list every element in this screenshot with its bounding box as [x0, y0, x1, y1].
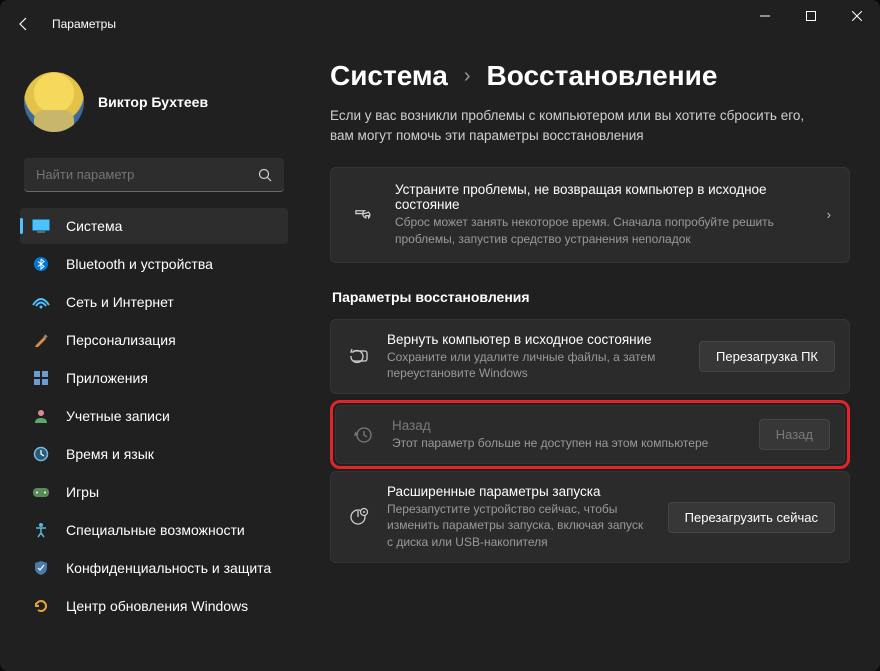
nav-list: Система Bluetooth и устройства Сеть и Ин…: [20, 208, 288, 624]
nav-label: Конфиденциальность и защита: [66, 560, 271, 576]
nav-label: Специальные возможности: [66, 522, 245, 538]
go-back-card: Назад Этот параметр больше не доступен н…: [335, 405, 845, 464]
nav-label: Игры: [66, 484, 99, 500]
accounts-icon: [32, 407, 50, 425]
nav-label: Центр обновления Windows: [66, 598, 248, 614]
search-input[interactable]: [36, 167, 258, 182]
settings-window: Параметры Виктор Бухтеев: [0, 0, 880, 671]
nav-system[interactable]: Система: [20, 208, 288, 244]
nav-personalization[interactable]: Персонализация: [20, 322, 288, 358]
nav-time[interactable]: Время и язык: [20, 436, 288, 472]
bluetooth-icon: [32, 255, 50, 273]
search-icon: [258, 168, 272, 182]
reset-pc-card: Вернуть компьютер в исходное состояние С…: [330, 319, 850, 394]
goback-title: Назад: [392, 418, 743, 433]
breadcrumb-current: Восстановление: [487, 60, 718, 92]
update-icon: [32, 597, 50, 615]
nav-label: Bluetooth и устройства: [66, 256, 213, 272]
time-icon: [32, 445, 50, 463]
reset-desc: Сохраните или удалите личные файлы, а за…: [387, 349, 683, 381]
minimize-button[interactable]: [742, 0, 788, 32]
nav-apps[interactable]: Приложения: [20, 360, 288, 396]
intro-text: Если у вас возникли проблемы с компьютер…: [330, 106, 830, 145]
chevron-right-icon: ›: [464, 65, 471, 88]
nav-accounts[interactable]: Учетные записи: [20, 398, 288, 434]
nav-bluetooth[interactable]: Bluetooth и устройства: [20, 246, 288, 282]
power-settings-icon: [345, 506, 371, 528]
nav-gaming[interactable]: Игры: [20, 474, 288, 510]
window-title: Параметры: [52, 17, 116, 31]
maximize-button[interactable]: [788, 0, 834, 32]
chevron-right-icon: ›: [827, 207, 831, 222]
window-controls: [742, 0, 880, 32]
nav-label: Система: [66, 218, 122, 234]
sidebar: Виктор Бухтеев Система Bluetooth и устро…: [0, 48, 300, 671]
close-button[interactable]: [834, 0, 880, 32]
network-icon: [32, 293, 50, 311]
breadcrumb-parent[interactable]: Система: [330, 60, 448, 92]
fix-problems-card[interactable]: Устраните проблемы, не возвращая компьют…: [330, 167, 850, 263]
fix-title: Устраните проблемы, не возвращая компьют…: [395, 182, 809, 212]
avatar: [24, 72, 84, 132]
advanced-title: Расширенные параметры запуска: [387, 484, 652, 499]
nav-update[interactable]: Центр обновления Windows: [20, 588, 288, 624]
back-button[interactable]: [4, 4, 44, 44]
goback-desc: Этот параметр больше не доступен на этом…: [392, 435, 743, 451]
highlight-box: Назад Этот параметр больше не доступен н…: [330, 400, 850, 469]
section-title: Параметры восстановления: [332, 289, 850, 305]
reset-title: Вернуть компьютер в исходное состояние: [387, 332, 683, 347]
main-panel: Система › Восстановление Если у вас возн…: [300, 48, 880, 671]
nav-label: Учетные записи: [66, 408, 170, 424]
nav-accessibility[interactable]: Специальные возможности: [20, 512, 288, 548]
advanced-startup-card: Расширенные параметры запуска Перезапуст…: [330, 471, 850, 563]
advanced-desc: Перезапустите устройство сейчас, чтобы и…: [387, 501, 652, 550]
nav-label: Персонализация: [66, 332, 176, 348]
nav-label: Приложения: [66, 370, 148, 386]
search-box[interactable]: [24, 158, 284, 192]
go-back-button: Назад: [759, 419, 830, 450]
profile-block[interactable]: Виктор Бухтеев: [20, 48, 288, 152]
content-area: Виктор Бухтеев Система Bluetooth и устро…: [0, 48, 880, 671]
wrench-icon: [349, 203, 377, 227]
privacy-icon: [32, 559, 50, 577]
nav-privacy[interactable]: Конфиденциальность и защита: [20, 550, 288, 586]
titlebar: Параметры: [0, 0, 880, 48]
profile-name: Виктор Бухтеев: [98, 94, 208, 110]
gaming-icon: [32, 483, 50, 501]
system-icon: [32, 217, 50, 235]
reset-pc-button[interactable]: Перезагрузка ПК: [699, 341, 835, 372]
breadcrumb: Система › Восстановление: [330, 60, 850, 92]
nav-label: Сеть и Интернет: [66, 294, 174, 310]
restart-now-button[interactable]: Перезагрузить сейчас: [668, 502, 835, 533]
reset-icon: [345, 345, 371, 367]
history-icon: [350, 424, 376, 446]
nav-network[interactable]: Сеть и Интернет: [20, 284, 288, 320]
apps-icon: [32, 369, 50, 387]
nav-label: Время и язык: [66, 446, 154, 462]
fix-desc: Сброс может занять некоторое время. Снач…: [395, 214, 809, 248]
accessibility-icon: [32, 521, 50, 539]
personalization-icon: [32, 331, 50, 349]
